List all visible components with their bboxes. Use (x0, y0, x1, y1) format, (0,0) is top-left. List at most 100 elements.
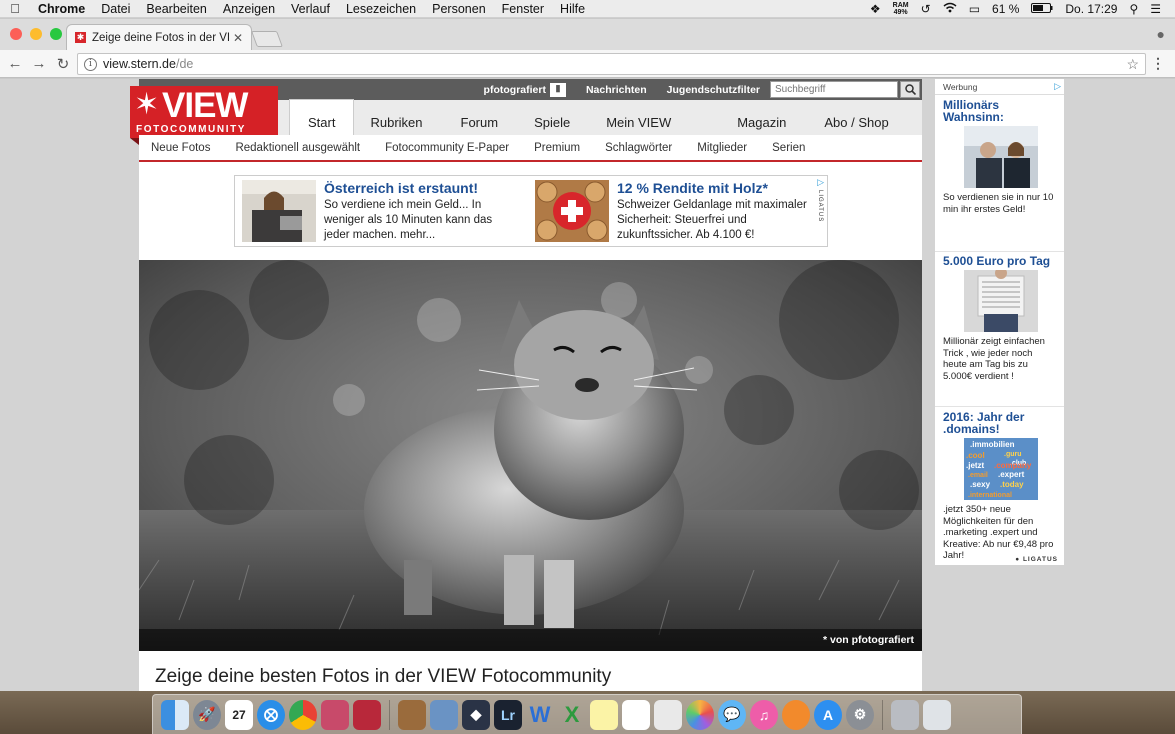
menu-anzeigen[interactable]: Anzeigen (215, 2, 283, 16)
document-icon[interactable] (891, 699, 919, 730)
forward-arrow-icon[interactable]: → (27, 55, 51, 72)
notes-book-icon[interactable] (398, 699, 426, 730)
ad-choices-icon[interactable]: ▷ (817, 177, 824, 188)
zoom-window-button[interactable] (50, 28, 62, 40)
sidebar-ad-item-2[interactable]: 5.000 Euro pro Tag Millionär zeigt einfa… (943, 255, 1058, 382)
ad-item-2[interactable]: 12 % Rendite mit Holz* Schweizer Geldanl… (535, 180, 809, 243)
photo-app-2-icon[interactable] (353, 699, 381, 730)
affinity-icon[interactable]: ◆ (462, 699, 490, 730)
domain-word: .jetzt (966, 461, 985, 470)
back-arrow-icon[interactable]: ← (3, 55, 27, 72)
search-button[interactable] (900, 81, 920, 98)
lightroom-icon[interactable]: Lr (494, 699, 522, 730)
address-bar[interactable]: i view.stern.de/de ☆ (77, 53, 1146, 75)
macos-dock: 🚀 27 ⨂ ◆ Lr W X 💬 ♫ A ⚙ (152, 694, 1022, 734)
word-icon[interactable]: W (526, 700, 554, 730)
finder-icon[interactable] (161, 699, 189, 730)
subnav-schlagwoerter[interactable]: Schlagwörter (605, 142, 697, 154)
apple-menu-icon[interactable]:  (0, 1, 30, 16)
time-machine-icon[interactable]: ↺ (921, 2, 931, 16)
menu-datei[interactable]: Datei (93, 2, 138, 16)
sidebar-ad-1-title: Millionärs Wahnsinn: (943, 98, 1004, 124)
subnav-neue-fotos[interactable]: Neue Fotos (151, 142, 235, 154)
menu-fenster[interactable]: Fenster (494, 2, 552, 16)
nav-magazin[interactable]: Magazin (687, 115, 802, 135)
nav-spiele[interactable]: Spiele (516, 115, 586, 135)
trash-icon[interactable] (923, 699, 951, 730)
news-link[interactable]: Nachrichten (576, 84, 657, 96)
subnav-epaper[interactable]: Fotocommunity E-Paper (385, 142, 534, 154)
messages-icon[interactable]: 💬 (718, 699, 746, 730)
stickies-icon[interactable] (590, 699, 618, 730)
subnav-redaktionell[interactable]: Redaktionell ausgewählt (235, 142, 385, 154)
ad-choices-icon[interactable]: ▷ (1054, 81, 1061, 92)
youth-filter-link[interactable]: Jugendschutzfilter (657, 84, 770, 96)
close-tab-icon[interactable]: ✕ (233, 31, 243, 45)
photos-icon[interactable] (686, 699, 714, 730)
notification-center-icon[interactable]: ☰ (1150, 2, 1161, 16)
system-prefs-icon[interactable]: ⚙ (846, 699, 874, 730)
user-link[interactable]: pfotografiert ▮ (474, 82, 576, 97)
reminders-icon[interactable] (622, 699, 650, 730)
nav-forum[interactable]: Forum (439, 115, 517, 135)
subnav-premium[interactable]: Premium (534, 142, 605, 154)
browser-tab[interactable]: ✱ Zeige deine Fotos in der VIEW ✕ (66, 24, 252, 50)
search-icon (904, 84, 916, 95)
chrome-icon[interactable] (289, 699, 317, 730)
site-search-input[interactable] (770, 81, 898, 98)
stern-favicon-icon: ✱ (75, 32, 86, 43)
minimize-window-button[interactable] (30, 28, 42, 40)
dropbox-icon[interactable]: ❖ (870, 2, 881, 16)
photo-credit[interactable]: * von pfotografiert (139, 629, 922, 651)
logo-subtitle: FOTOCOMMUNITY (136, 124, 247, 135)
calendar-icon[interactable]: 27 (225, 699, 253, 730)
view-logo[interactable]: ✶ VIEW FOTOCOMMUNITY (130, 86, 278, 138)
reload-icon[interactable]: ↻ (51, 55, 75, 73)
chrome-menu-icon[interactable]: ⋮ (1151, 55, 1165, 72)
launchpad-icon[interactable]: 🚀 (193, 699, 221, 730)
menu-personen[interactable]: Personen (424, 2, 494, 16)
new-tab-button[interactable] (251, 31, 283, 47)
subnav-mitglieder[interactable]: Mitglieder (697, 142, 772, 154)
featured-photo[interactable]: * von pfotografiert (139, 260, 922, 651)
clock[interactable]: Do. 17:29 (1065, 2, 1117, 16)
menu-hilfe[interactable]: Hilfe (552, 2, 593, 16)
menu-bearbeiten[interactable]: Bearbeiten (138, 2, 214, 16)
photo-app-icon[interactable] (321, 699, 349, 730)
close-window-button[interactable] (10, 28, 22, 40)
subnav-serien[interactable]: Serien (772, 142, 830, 154)
spotlight-search-icon[interactable]: ⚲ (1129, 2, 1138, 16)
ad-item-1[interactable]: Österreich ist erstaunt! So verdiene ich… (242, 180, 516, 243)
nav-abo-shop[interactable]: Abo / Shop (802, 115, 904, 135)
sidebar-ad-item-3[interactable]: 2016: Jahr der .domains! .immobilien .gu… (943, 411, 1058, 562)
sidebar-ad-2-text: Millionär zeigt einfachen Trick , wie je… (943, 336, 1045, 382)
preview-icon[interactable] (430, 699, 458, 730)
menu-app-chrome[interactable]: Chrome (30, 2, 93, 16)
menu-lesezeichen[interactable]: Lesezeichen (338, 2, 424, 16)
info-icon[interactable]: i (84, 57, 97, 71)
sidebar-ad: Werbung ▷ Millionärs Wahnsinn: So verdie… (935, 79, 1064, 565)
ram-indicator[interactable]: RAM 49% (893, 2, 909, 16)
ibooks-icon[interactable] (782, 699, 810, 730)
appstore-icon[interactable]: A (814, 699, 842, 730)
safari-icon[interactable]: ⨂ (257, 699, 285, 730)
battery-percent[interactable]: 61 % (992, 2, 1019, 16)
nav-start[interactable]: Start (289, 99, 355, 135)
wifi-icon[interactable] (943, 2, 957, 16)
profile-icon[interactable]: ● (1157, 26, 1165, 42)
battery-icon[interactable] (1031, 2, 1053, 16)
keynote-icon[interactable] (654, 699, 682, 730)
airplay-icon[interactable]: ▭ (969, 2, 980, 16)
itunes-icon[interactable]: ♫ (750, 699, 778, 730)
domain-word: .sexy (970, 480, 991, 489)
excel-icon[interactable]: X (558, 700, 586, 730)
stern-star-icon: ✶ (134, 88, 160, 121)
macos-menubar:  Chrome Datei Bearbeiten Anzeigen Verla… (0, 0, 1175, 18)
bookmark-star-icon[interactable]: ☆ (1126, 56, 1139, 73)
sidebar-ad-item-1[interactable]: Millionärs Wahnsinn: So verdienen sie in… (943, 99, 1058, 215)
nav-mein-view[interactable]: Mein VIEW (586, 115, 687, 135)
nav-rubriken[interactable]: Rubriken (354, 115, 438, 135)
dock-divider (882, 699, 883, 730)
sidebar-ad-separator (935, 406, 1064, 407)
menu-verlauf[interactable]: Verlauf (283, 2, 338, 16)
